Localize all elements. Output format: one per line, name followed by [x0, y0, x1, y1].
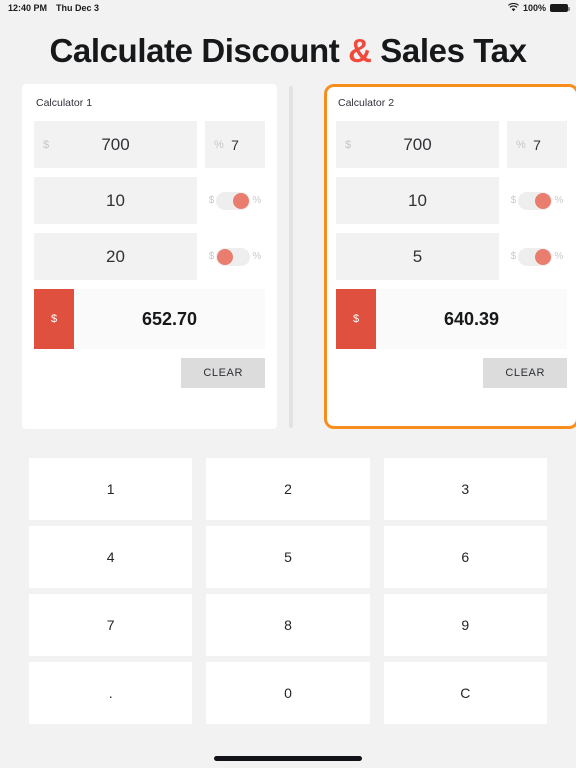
- calculator-2-result-value: 640.39: [376, 289, 567, 349]
- calculator-1-amount-value: 700: [101, 134, 130, 154]
- toggle-percent-label: %: [252, 195, 262, 206]
- calculator-2-row-2: 10 $ %: [336, 177, 567, 224]
- numeric-keypad: 1 2 3 4 5 6 7 8 9 . 0 C: [29, 458, 547, 724]
- keypad-key-1[interactable]: 1: [29, 458, 193, 520]
- calculator-2-result-row: $ 640.39: [336, 289, 567, 349]
- keypad-key-decimal[interactable]: .: [29, 662, 193, 724]
- calculator-1-row2-toggle-group[interactable]: $ %: [205, 191, 265, 210]
- calculator-2-row3-value: 5: [412, 246, 423, 266]
- keypad-key-2[interactable]: 2: [206, 458, 370, 520]
- calculator-1-amount-input[interactable]: $ 700: [34, 121, 197, 168]
- calculator-1-row2-toggle[interactable]: [216, 191, 251, 210]
- calculator-1-result-row: $ 652.70: [34, 289, 265, 349]
- toggle-knob-icon: [217, 248, 234, 265]
- toggle-dollar-label: $: [510, 195, 517, 206]
- toggle-dollar-label: $: [208, 251, 215, 262]
- calculator-2-row-amount: $ 700 % 7: [336, 121, 567, 168]
- keypad-key-7[interactable]: 7: [29, 594, 193, 656]
- calculator-2-percent-input[interactable]: % 7: [507, 121, 567, 168]
- dollar-prefix-icon: $: [43, 138, 50, 151]
- calculator-2-amount-input[interactable]: $ 700: [336, 121, 499, 168]
- calculator-card-2[interactable]: Calculator 2 $ 700 % 7 10 $ % 5 $ % $ 64…: [324, 84, 576, 429]
- status-bar-right: 100%: [507, 2, 570, 14]
- calculator-card-1[interactable]: Calculator 1 $ 700 % 7 10 $ % 20 $ % $ 6…: [22, 84, 277, 429]
- toggle-dollar-label: $: [208, 195, 215, 206]
- toggle-knob-icon: [535, 192, 552, 209]
- percent-prefix-icon: %: [214, 138, 224, 151]
- battery-percent-label: 100%: [522, 3, 546, 13]
- calculator-2-amount-value: 700: [403, 134, 432, 154]
- calculator-1-row2-value: 10: [106, 190, 125, 210]
- keypad-key-0[interactable]: 0: [206, 662, 370, 724]
- page-title-ampersand: &: [348, 32, 372, 69]
- page-title-part2: Sales Tax: [371, 32, 527, 69]
- calculator-2-row3-toggle[interactable]: [518, 247, 553, 266]
- percent-prefix-icon: %: [516, 138, 526, 151]
- keypad-key-6[interactable]: 6: [383, 526, 547, 588]
- toggle-percent-label: %: [554, 251, 564, 262]
- status-date: Thu Dec 3: [56, 3, 100, 13]
- calculator-2-row2-toggle-group[interactable]: $ %: [507, 191, 567, 210]
- calculator-1-row-3: 20 $ %: [34, 233, 265, 280]
- calculator-1-row-amount: $ 700 % 7: [34, 121, 265, 168]
- calculator-2-row3-input[interactable]: 5: [336, 233, 499, 280]
- calculator-1-row3-input[interactable]: 20: [34, 233, 197, 280]
- currency-box-icon: $: [34, 289, 74, 349]
- calculator-1-result-value: 652.70: [74, 289, 265, 349]
- calculator-2-row-3: 5 $ %: [336, 233, 567, 280]
- calculators-container: Calculator 1 $ 700 % 7 10 $ % 20 $ % $ 6…: [0, 84, 576, 434]
- calculator-1-title: Calculator 1: [36, 97, 93, 109]
- toggle-knob-icon: [535, 248, 552, 265]
- toggle-percent-label: %: [252, 251, 262, 262]
- keypad-key-8[interactable]: 8: [206, 594, 370, 656]
- keypad-key-5[interactable]: 5: [206, 526, 370, 588]
- page-title-part1: Calculate Discount: [49, 32, 349, 69]
- status-time: 12:40 PM: [8, 3, 48, 13]
- calculator-2-row2-input[interactable]: 10: [336, 177, 499, 224]
- toggle-dollar-label: $: [510, 251, 517, 262]
- calculator-1-row3-value: 20: [106, 246, 125, 266]
- currency-box-icon: $: [336, 289, 376, 349]
- calculator-2-row2-toggle[interactable]: [518, 191, 553, 210]
- calculator-2-row3-toggle-group[interactable]: $ %: [507, 247, 567, 266]
- page-title: Calculate Discount & Sales Tax: [0, 16, 576, 84]
- keypad-key-clear[interactable]: C: [383, 662, 547, 724]
- status-bar-left: 12:40 PM Thu Dec 3: [8, 3, 99, 13]
- battery-icon: [550, 4, 570, 12]
- calculators-scrollbar[interactable]: [289, 86, 293, 428]
- keypad-key-9[interactable]: 9: [383, 594, 547, 656]
- toggle-knob-icon: [233, 192, 250, 209]
- calculator-1-percent-input[interactable]: % 7: [205, 121, 265, 168]
- keypad-key-4[interactable]: 4: [29, 526, 193, 588]
- keypad-key-3[interactable]: 3: [383, 458, 547, 520]
- calculator-1-row2-input[interactable]: 10: [34, 177, 197, 224]
- calculator-1-clear-row: CLEAR: [34, 358, 265, 388]
- calculator-2-clear-button[interactable]: CLEAR: [483, 358, 567, 388]
- calculator-1-row-2: 10 $ %: [34, 177, 265, 224]
- calculator-1-row3-toggle[interactable]: [216, 247, 251, 266]
- wifi-icon: [507, 2, 519, 14]
- toggle-percent-label: %: [554, 195, 564, 206]
- calculator-2-title: Calculator 2: [338, 97, 395, 109]
- calculator-1-row3-toggle-group[interactable]: $ %: [205, 247, 265, 266]
- calculator-1-clear-button[interactable]: CLEAR: [181, 358, 265, 388]
- status-bar: 12:40 PM Thu Dec 3 100%: [0, 0, 576, 16]
- calculator-2-row2-value: 10: [408, 190, 427, 210]
- home-indicator[interactable]: [214, 756, 362, 761]
- calculator-2-clear-row: CLEAR: [336, 358, 567, 388]
- dollar-prefix-icon: $: [345, 138, 352, 151]
